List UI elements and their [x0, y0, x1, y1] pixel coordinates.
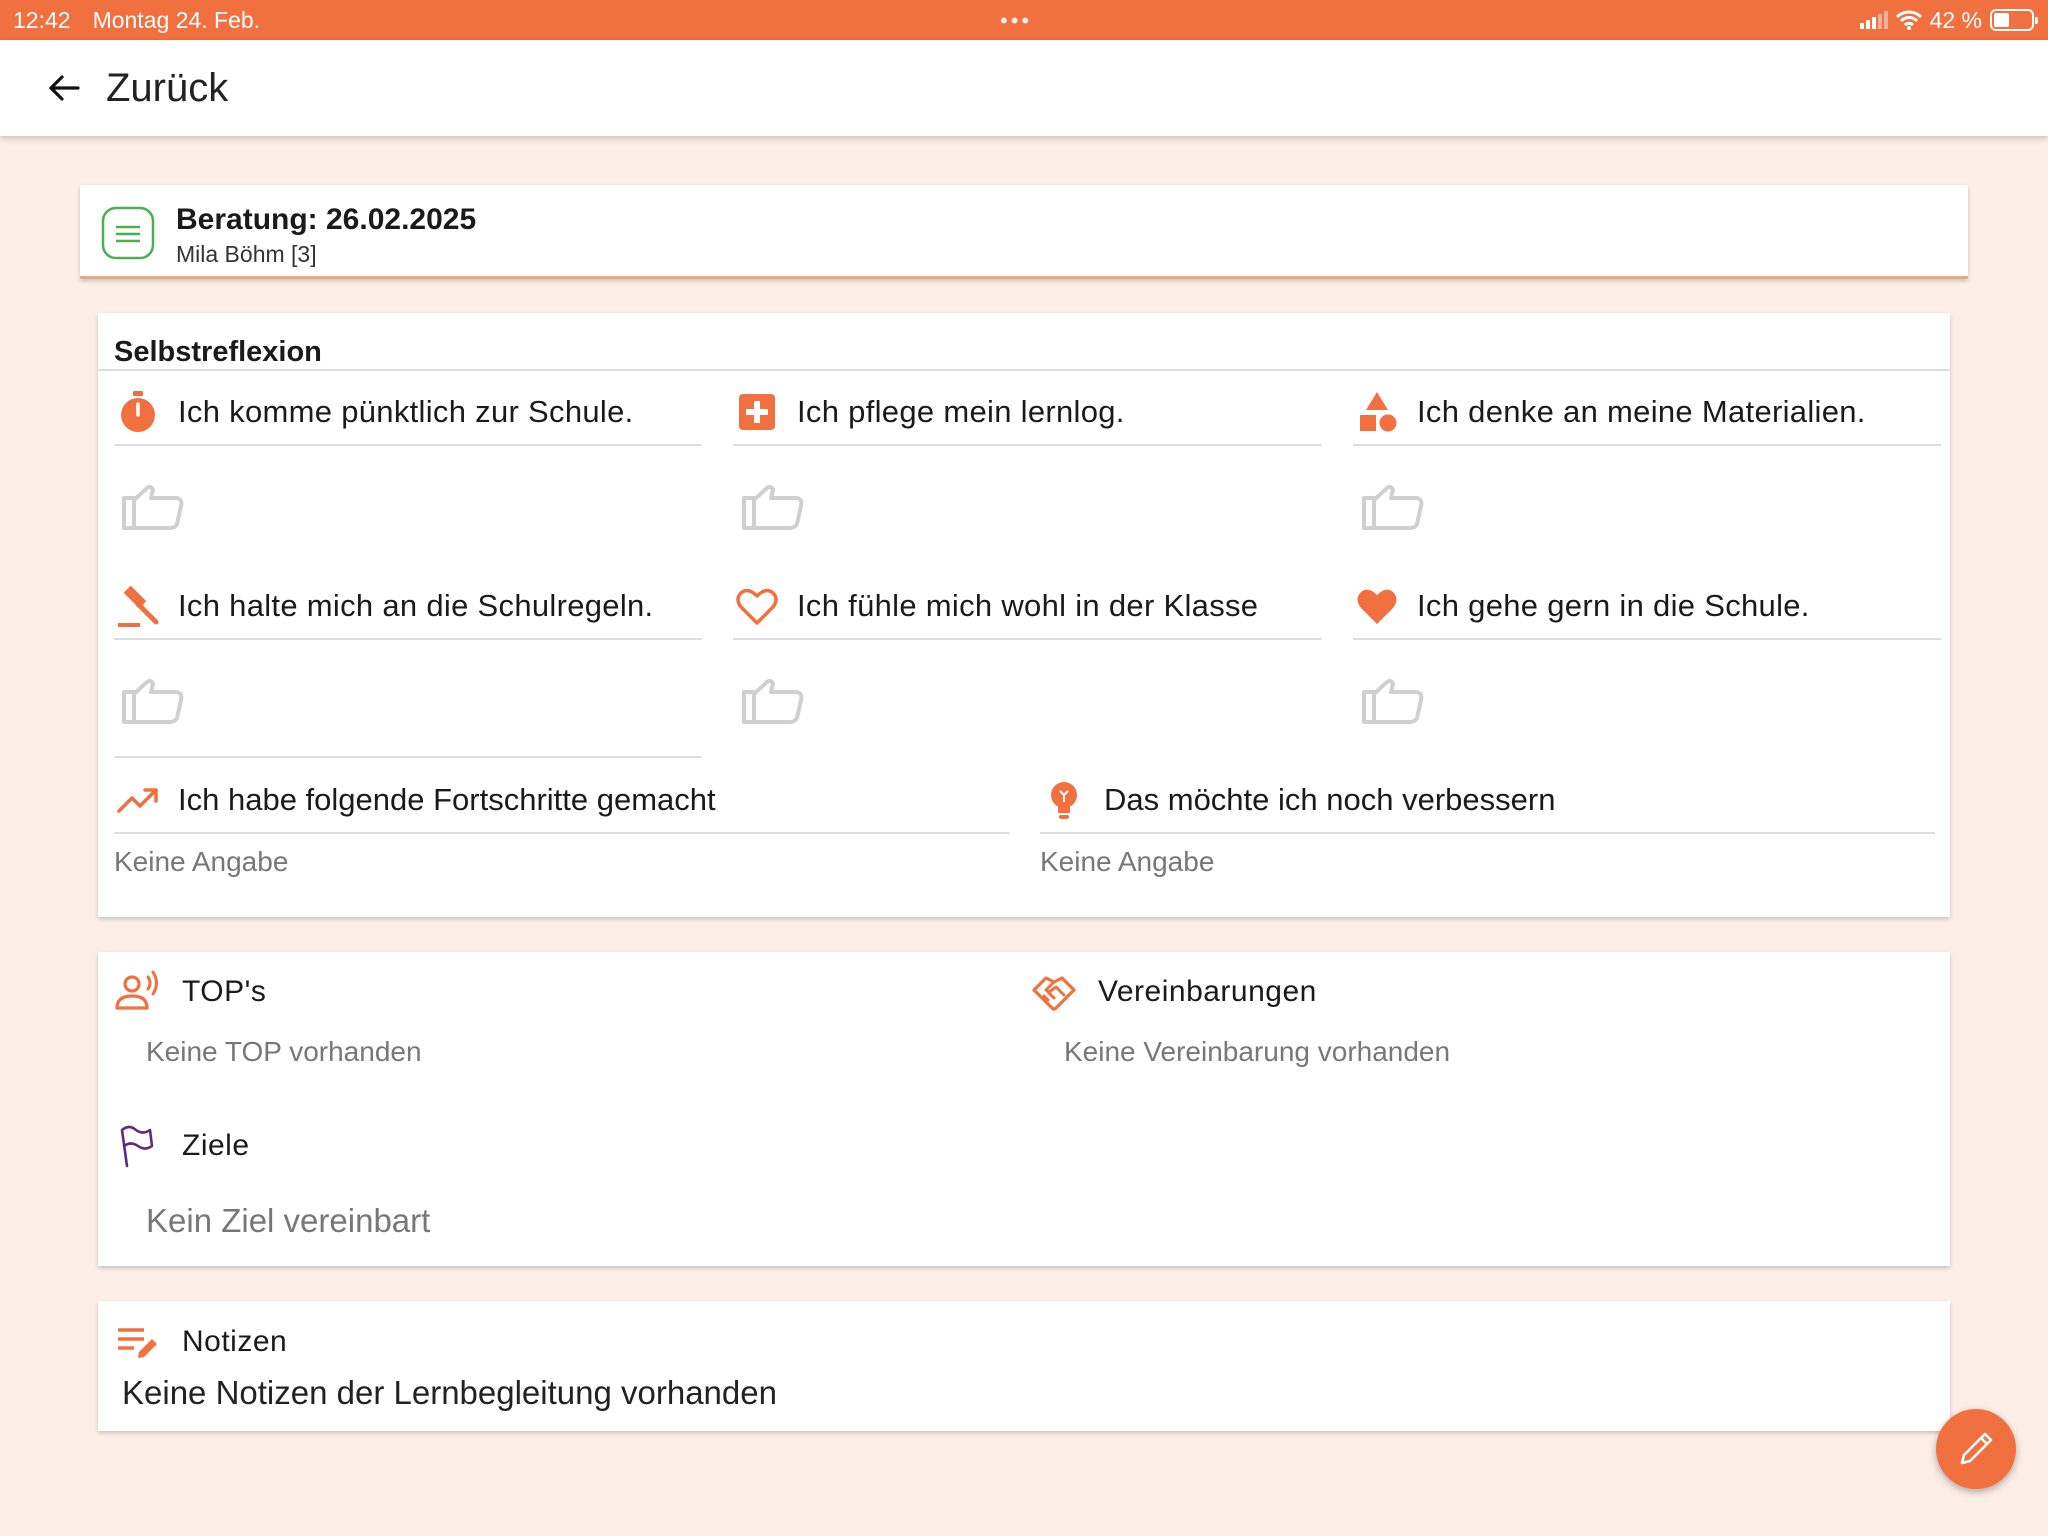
- divider: [98, 369, 1950, 371]
- reflection-item-class: Ich fühle mich wohl in der Klasse: [733, 568, 1321, 640]
- thumb-up-icon[interactable]: [121, 482, 187, 532]
- notes-title: Notizen: [182, 1325, 288, 1358]
- reflection-item-rules: Ich halte mich an die Schulregeln.: [114, 568, 702, 640]
- consultation-header-card: Beratung: 26.02.2025 Mila Böhm [3]: [80, 185, 1968, 279]
- reflection-label: Ich pflege mein lernlog.: [797, 394, 1125, 429]
- status-bar: 12:42 Montag 24. Feb. ••• 42 %: [0, 0, 2048, 40]
- battery-percent: 42 %: [1929, 6, 1982, 33]
- shapes-icon: [1360, 392, 1397, 432]
- battery-icon: [1990, 9, 2038, 31]
- arrow-left-icon: [49, 75, 80, 101]
- notes-header: Notizen: [114, 1318, 287, 1366]
- thumb-up-icon[interactable]: [121, 676, 187, 726]
- reflection-label: Ich fühle mich wohl in der Klasse: [797, 588, 1259, 623]
- progress-value: Keine Angabe: [114, 846, 289, 877]
- tops-empty: Keine TOP vorhanden: [146, 1036, 422, 1067]
- reflection-item-lernlog: Ich pflege mein lernlog.: [733, 374, 1321, 446]
- reflection-item-punctual: [114, 686, 702, 758]
- thumb-up-icon[interactable]: [741, 676, 807, 726]
- progress-field: Ich habe folgende Fortschritte gemacht: [114, 762, 1009, 834]
- medical-plus-icon: [739, 394, 775, 430]
- multitasking-dots[interactable]: •••: [1000, 8, 1032, 34]
- improve-label: Das möchte ich noch verbessern: [1104, 782, 1556, 817]
- student-name: Mila Böhm [3]: [176, 241, 317, 267]
- gavel-icon: [118, 585, 159, 627]
- goals-header: Ziele: [114, 1122, 250, 1170]
- edit-fab-button[interactable]: [1936, 1409, 2016, 1489]
- reflection-item-school: Ich gehe gern in die Schule.: [1353, 568, 1941, 640]
- back-button[interactable]: Zurück: [44, 66, 228, 111]
- agreements-empty: Keine Vereinbarung vorhanden: [1064, 1036, 1451, 1067]
- status-date: Montag 24. Feb.: [92, 6, 261, 33]
- app-bar: Zurück: [0, 40, 2048, 136]
- consultation-title: Beratung: 26.02.2025: [176, 203, 477, 236]
- goals-title: Ziele: [182, 1129, 250, 1162]
- status-time: 12:42: [13, 6, 71, 33]
- thumb-up-icon[interactable]: [1361, 482, 1427, 532]
- thumb-up-icon[interactable]: [741, 482, 807, 532]
- speaker-person-icon: [115, 970, 158, 1010]
- reflection-label: Ich gehe gern in die Schule.: [1417, 588, 1810, 623]
- reflection-label: Ich komme pünktlich zur Schule.: [178, 394, 634, 429]
- lightbulb-icon: [1051, 782, 1077, 819]
- agreements-title: Vereinbarungen: [1098, 975, 1317, 1008]
- progress-label: Ich habe folgende Fortschritte gemacht: [178, 782, 716, 817]
- reflection-item-punctual: Ich komme pünktlich zur Schule.: [114, 374, 702, 446]
- signal-icon: [1859, 11, 1888, 29]
- flag-icon: [120, 1125, 154, 1168]
- pencil-icon: [1960, 1432, 1993, 1465]
- tops-header: TOP's: [114, 968, 266, 1016]
- wifi-icon: [1895, 10, 1922, 30]
- improve-value: Keine Angabe: [1040, 846, 1215, 877]
- document-icon: [101, 206, 155, 260]
- reflection-label: Ich halte mich an die Schulregeln.: [178, 588, 654, 623]
- thumb-up-icon[interactable]: [1361, 676, 1427, 726]
- notes-edit-icon: [118, 1328, 157, 1358]
- heart-outline-icon: [736, 588, 778, 625]
- agreements-header: Vereinbarungen: [1030, 968, 1317, 1016]
- reflection-label: Ich denke an meine Materialien.: [1417, 394, 1866, 429]
- trending-up-icon: [117, 788, 158, 813]
- improve-field: Das möchte ich noch verbessern: [1040, 762, 1935, 834]
- stopwatch-icon: [121, 391, 155, 432]
- heart-filled-icon: [1357, 589, 1397, 624]
- notes-empty: Keine Notizen der Lernbegleitung vorhand…: [122, 1374, 777, 1411]
- back-label: Zurück: [106, 65, 229, 110]
- reflection-item-materials: Ich denke an meine Materialien.: [1353, 374, 1941, 446]
- goals-empty: Kein Ziel vereinbart: [146, 1202, 431, 1239]
- handshake-icon: [1032, 976, 1076, 1011]
- tops-title: TOP's: [182, 975, 267, 1008]
- selfreflection-title: Selbstreflexion: [114, 336, 322, 368]
